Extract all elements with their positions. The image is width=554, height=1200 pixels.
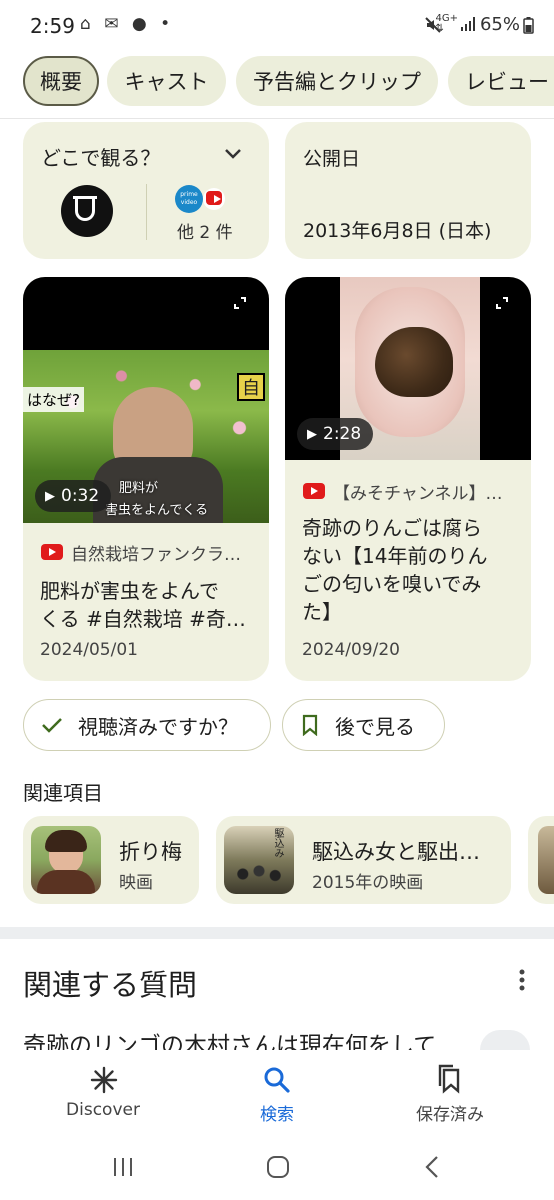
related-item-peek[interactable] [528, 816, 554, 904]
youtube-icon [303, 483, 325, 503]
bookmarks-icon [438, 1064, 460, 1094]
home-icon[interactable] [266, 1155, 290, 1179]
chip-overview[interactable]: 概要 [23, 56, 99, 106]
where-to-watch-card[interactable]: どこで観る？ prime video 他 2 件 [23, 122, 269, 259]
other-providers-count: 他 2 件 [177, 223, 233, 243]
video-title-line2: ない【14年前のりん [302, 544, 488, 568]
status-bar: 2:59 ⌂ ✉ ● • 4G+ ⇅ 65% [0, 0, 554, 52]
battery-percent: 65% [479, 14, 520, 35]
related-item-image: 駆込み [224, 826, 294, 894]
where-to-watch-title: どこで観る？ [41, 146, 161, 170]
section-divider [0, 927, 554, 939]
expand-icon[interactable] [233, 295, 247, 314]
watch-later-label: 後で見る [335, 714, 415, 739]
system-nav-bar [0, 1140, 554, 1200]
questions-heading: 関連する質問 [23, 968, 198, 1002]
chip-cast[interactable]: キャスト [107, 56, 226, 106]
recent-apps-icon[interactable] [112, 1156, 134, 1178]
video-duration: ▶ 0:32 [35, 480, 112, 512]
chevron-down-icon[interactable] [223, 146, 243, 166]
video-duration: ▶ 2:28 [297, 418, 374, 450]
related-item-title: 折り梅 [119, 840, 182, 864]
video-caption-line1: 肥料が [119, 481, 159, 496]
play-icon: ▶ [307, 426, 317, 442]
bottom-nav: Discover 検索 保存済み [0, 1050, 554, 1140]
related-item-subtitle: 映画 [119, 873, 153, 893]
video-channel: 自然栽培ファンクラ… [71, 545, 241, 565]
related-heading: 関連項目 [23, 781, 103, 805]
video-date: 2024/09/20 [302, 640, 400, 660]
overlay-text-right: 自 [237, 373, 265, 401]
chip-reviews[interactable]: レビュー [448, 56, 554, 106]
unext-logo-icon[interactable] [61, 185, 113, 237]
video-caption-line2: 害虫をよんでくる [105, 503, 209, 518]
search-icon [264, 1067, 290, 1093]
signal-icon [460, 16, 476, 36]
poster-text: 駆込み [272, 828, 283, 858]
watched-label: 視聴済みですか？ [78, 714, 238, 739]
video-title-line1: 肥料が害虫をよんで [40, 579, 219, 603]
divider [0, 118, 554, 119]
release-label: 公開日 [303, 148, 361, 170]
status-time: 2:59 [30, 14, 75, 38]
video-title-line2: くる #自然栽培 #奇… [40, 607, 246, 631]
notification-icons: ⌂ ✉ ● • [80, 14, 175, 34]
prime-video-icon: prime video [175, 185, 203, 213]
bookmark-icon [302, 714, 318, 736]
youtube-icon [41, 544, 63, 564]
watch-later-button[interactable]: 後で見る [282, 699, 445, 751]
related-item-title: 駆込み女と駆出… [312, 840, 480, 864]
play-icon: ▶ [45, 488, 55, 504]
divider [146, 184, 147, 240]
chip-trailers[interactable]: 予告編とクリップ [236, 56, 438, 106]
nav-discover-label: Discover [66, 1100, 140, 1120]
watched-button[interactable]: 視聴済みですか？ [23, 699, 271, 751]
back-icon[interactable] [424, 1155, 440, 1179]
related-item[interactable]: 折り梅 映画 [23, 816, 199, 904]
overlay-text-left: はなぜ? [23, 387, 84, 412]
video-title-line1: 奇跡のりんごは腐ら [302, 516, 482, 540]
release-date-card: 公開日 2013年6月8日 (日本) [285, 122, 531, 259]
video-card[interactable]: ▶ 2:28 【みそチャンネル】… 奇跡のりんごは腐ら ない【14年前のりん ご… [285, 277, 531, 681]
release-value: 2013年6月8日 (日本) [303, 220, 492, 242]
nav-saved-label: 保存済み [416, 1105, 484, 1125]
video-thumbnail[interactable]: ▶ 2:28 [285, 277, 531, 460]
network-4g-icon: 4G+ ⇅ [435, 13, 459, 34]
nav-search[interactable]: 検索 [185, 1050, 370, 1140]
check-icon [42, 718, 62, 733]
video-channel: 【みそチャンネル】… [333, 484, 503, 504]
related-item-image [31, 826, 101, 894]
youtube-icon [203, 188, 225, 210]
duration-label: 2:28 [323, 424, 362, 444]
video-thumbnail[interactable]: はなぜ? 自 肥料が 害虫をよんでくる ▶ 0:32 [23, 277, 269, 523]
battery-icon [523, 17, 534, 38]
video-title-line4: た】 [302, 600, 342, 624]
expand-icon[interactable] [495, 295, 509, 314]
nav-saved[interactable]: 保存済み [370, 1050, 554, 1140]
nav-discover[interactable]: Discover [0, 1050, 185, 1140]
nav-search-label: 検索 [260, 1105, 294, 1125]
rotten-apple [375, 327, 453, 397]
duration-label: 0:32 [61, 486, 100, 506]
asterisk-icon [90, 1066, 118, 1094]
video-date: 2024/05/01 [40, 640, 138, 660]
related-item[interactable]: 駆込み 駆込み女と駆出… 2015年の映画 [216, 816, 511, 904]
video-card[interactable]: はなぜ? 自 肥料が 害虫をよんでくる ▶ 0:32 自然栽培ファンクラ… 肥料… [23, 277, 269, 681]
video-title-line3: ごの匂いを嗅いでみ [302, 572, 482, 596]
more-options-icon[interactable] [516, 966, 528, 994]
related-item-subtitle: 2015年の映画 [312, 873, 424, 893]
